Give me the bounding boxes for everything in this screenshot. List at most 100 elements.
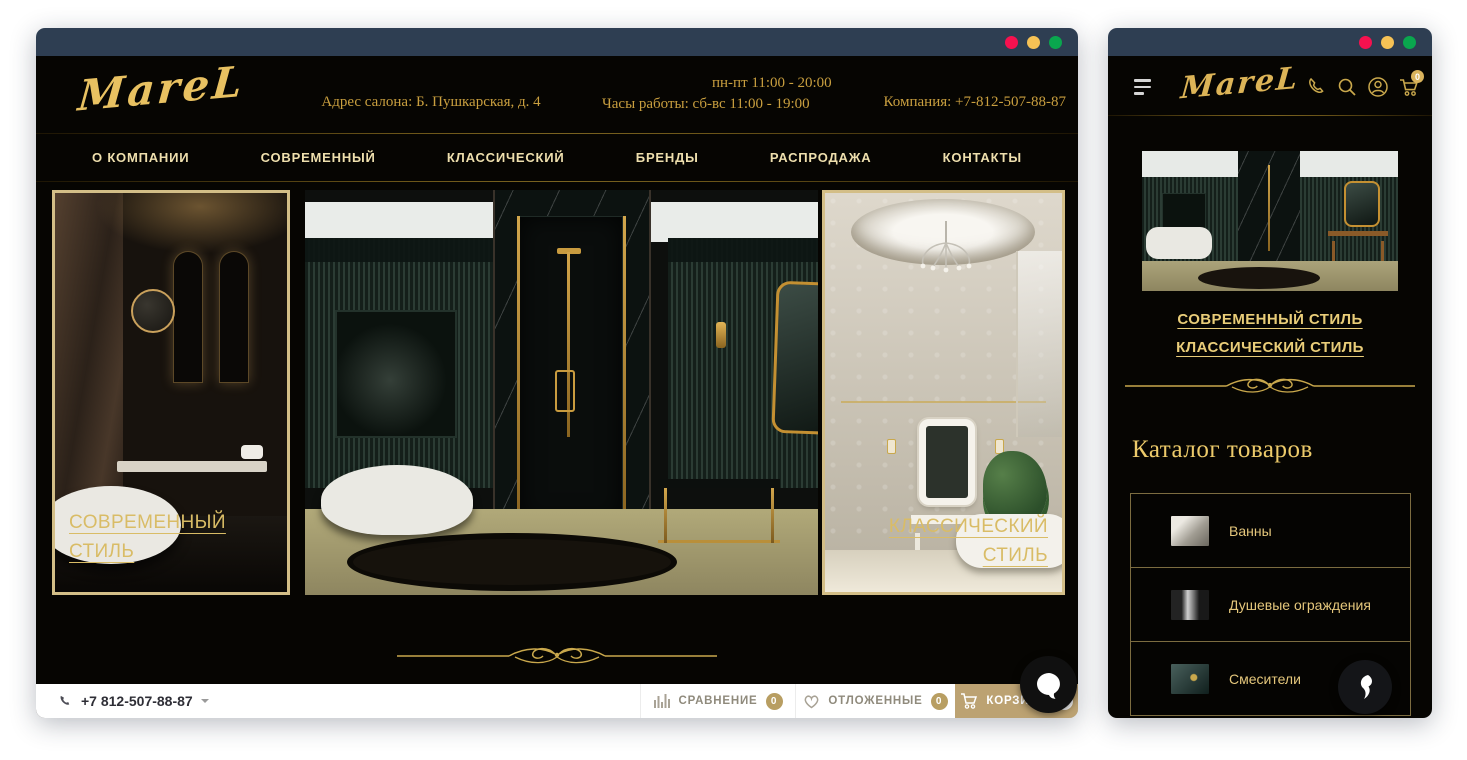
- wishlist-label: ОТЛОЖЕННЫЕ: [828, 695, 922, 707]
- phone-icon: [58, 694, 73, 709]
- round-mirror-shape: [131, 289, 175, 333]
- bottom-toolbar: +7 812-507-88-87 СРАВНЕНИЕ 0: [36, 684, 1078, 718]
- mobile-titlebar[interactable]: [1108, 28, 1432, 56]
- window-controls: [1005, 36, 1062, 49]
- catalog-item-baths[interactable]: Ванны: [1130, 493, 1411, 568]
- company-phone: Компания: +7-812-507-88-87: [884, 94, 1066, 111]
- bathtub-shape: [1146, 227, 1212, 259]
- modern-style-link[interactable]: СОВРЕМЕННЫЙ СТИЛЬ: [1108, 306, 1432, 334]
- nav-item-classic[interactable]: КЛАССИЧЕСКИЙ: [447, 150, 565, 165]
- desktop-site: MareL Адрес салона: Б. Пушкарская, д. 4 …: [36, 56, 1078, 718]
- ornate-mirror-shape: [919, 419, 975, 505]
- wishlist-button[interactable]: ОТЛОЖЕННЫЕ 0: [795, 684, 955, 718]
- mobile-site: MareL: [1108, 56, 1432, 718]
- category-thumbnail: [1171, 664, 1209, 694]
- compare-label: СРАВНЕНИЕ: [679, 695, 758, 707]
- header-divider: [1108, 115, 1432, 116]
- flourish-icon: [397, 644, 717, 668]
- minimize-window-button[interactable]: [1381, 36, 1394, 49]
- compare-count-badge: 0: [766, 693, 783, 710]
- nav-item-about[interactable]: О КОМПАНИИ: [92, 150, 189, 165]
- chandelier-icon: [913, 221, 979, 279]
- chat-widget-button[interactable]: [1338, 660, 1392, 714]
- console-table-shape: [658, 479, 780, 543]
- style-links: СОВРЕМЕННЫЙ СТИЛЬ КЛАССИЧЕСКИЙ СТИЛЬ: [1108, 306, 1432, 362]
- nav-item-contacts[interactable]: КОНТАКТЫ: [943, 150, 1022, 165]
- lit-niche-shape: [219, 251, 249, 383]
- category-label: Смесители: [1229, 671, 1301, 687]
- gold-mirror-shape: [771, 281, 818, 435]
- shower-glass-shape: [1016, 251, 1062, 437]
- modern-style-link[interactable]: СОВРЕМЕННЫЙ СТИЛЬ: [69, 509, 264, 566]
- table-leg-shape: [664, 488, 667, 543]
- shower-valve-shape: [555, 370, 575, 412]
- header-actions: 0: [1305, 76, 1420, 98]
- minimize-window-button[interactable]: [1027, 36, 1040, 49]
- vanity-counter-shape: [117, 461, 267, 472]
- footer-phone[interactable]: +7 812-507-88-87: [36, 684, 640, 718]
- hours-weekend: Часы работы: сб-вс 11:00 - 19:00: [602, 94, 832, 115]
- search-icon[interactable]: [1336, 76, 1358, 98]
- cart-icon: [960, 693, 978, 709]
- shower-pipe-shape: [1268, 165, 1270, 251]
- compare-bars-icon: [654, 694, 671, 708]
- modern-style-banner[interactable]: СОВРЕМЕННЫЙ СТИЛЬ: [52, 190, 290, 595]
- ornamental-divider: [397, 644, 717, 668]
- nav-item-brands[interactable]: БРЕНДЫ: [636, 150, 699, 165]
- screenshot-stage: MareL Адрес салона: Б. Пушкарская, д. 4 …: [0, 0, 1467, 760]
- bathtub-shape: [321, 465, 473, 535]
- chat-widget-button[interactable]: [1020, 656, 1077, 713]
- nav-item-sale[interactable]: РАСПРОДАЖА: [770, 150, 872, 165]
- wall-artwork-shape: [1162, 193, 1206, 229]
- window-controls: [1359, 36, 1416, 49]
- maximize-window-button[interactable]: [1049, 36, 1062, 49]
- mobile-browser-window: MareL: [1108, 28, 1432, 718]
- classic-style-link[interactable]: КЛАССИЧЕСКИЙ СТИЛЬ: [873, 513, 1048, 570]
- site-logo[interactable]: MareL: [1179, 61, 1302, 107]
- gold-mirror-shape: [1344, 181, 1380, 227]
- category-thumbnail: [1171, 590, 1209, 620]
- catalog-title: Каталог товаров: [1132, 436, 1313, 464]
- site-logo[interactable]: MareL: [76, 56, 247, 120]
- frieze-band-shape: [668, 238, 818, 262]
- close-window-button[interactable]: [1005, 36, 1018, 49]
- gold-sconce-shape: [716, 322, 726, 348]
- salon-address: Адрес салона: Б. Пушкарская, д. 4: [291, 94, 571, 111]
- desktop-browser-window: MareL Адрес салона: Б. Пушкарская, д. 4 …: [36, 28, 1078, 718]
- hours-weekdays: пн-пт 11:00 - 20:00: [712, 73, 832, 94]
- gold-trim-shape: [623, 216, 626, 522]
- working-hours: пн-пт 11:00 - 20:00 Часы работы: сб-вс 1…: [602, 73, 832, 115]
- wall-artwork-shape: [335, 310, 457, 438]
- heart-icon: [803, 694, 820, 709]
- console-table-shape: [1328, 231, 1388, 261]
- wall-sconce-shape: [887, 439, 896, 454]
- nav-item-modern[interactable]: СОВРЕМЕННЫЙ: [261, 150, 376, 165]
- chat-curl-icon: [1356, 674, 1374, 700]
- shower-door-shape: [519, 216, 623, 522]
- footer-phone-number[interactable]: +7 812-507-88-87: [81, 693, 193, 709]
- maximize-window-button[interactable]: [1403, 36, 1416, 49]
- category-label: Душевые ограждения: [1229, 597, 1371, 613]
- cart-icon[interactable]: 0: [1398, 76, 1420, 98]
- main-navigation: О КОМПАНИИ СОВРЕМЕННЫЙ КЛАССИЧЕСКИЙ БРЕН…: [36, 133, 1078, 181]
- close-window-button[interactable]: [1359, 36, 1372, 49]
- round-rug-shape: [1198, 267, 1320, 289]
- compare-button[interactable]: СРАВНЕНИЕ 0: [640, 684, 795, 718]
- frieze-band-shape: [305, 238, 495, 262]
- ornamental-divider: [1125, 374, 1415, 398]
- phone-icon[interactable]: [1305, 76, 1327, 98]
- category-label: Ванны: [1229, 523, 1272, 539]
- nav-divider: [36, 181, 1078, 182]
- category-thumbnail: [1171, 516, 1209, 546]
- catalog-item-shower-enclosures[interactable]: Душевые ограждения: [1130, 567, 1411, 642]
- round-rug-shape: [347, 533, 677, 591]
- gold-trim-shape: [517, 216, 520, 522]
- hamburger-menu-icon[interactable]: [1134, 79, 1151, 99]
- account-icon[interactable]: [1367, 76, 1389, 98]
- desktop-titlebar[interactable]: [36, 28, 1078, 56]
- classic-style-banner[interactable]: КЛАССИЧЕСКИЙ СТИЛЬ: [822, 190, 1065, 595]
- chevron-down-icon: [201, 699, 209, 703]
- wishlist-count-badge: 0: [931, 693, 948, 710]
- classic-style-link[interactable]: КЛАССИЧЕСКИЙ СТИЛЬ: [1108, 334, 1432, 362]
- mobile-header: MareL: [1108, 56, 1432, 116]
